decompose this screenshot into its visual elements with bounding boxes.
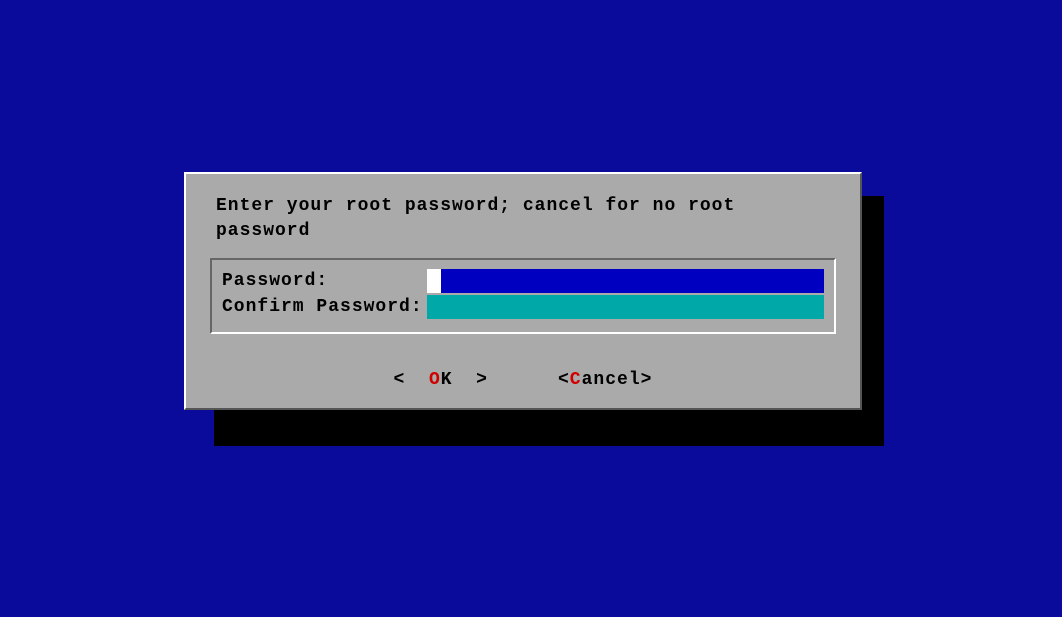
- confirm-password-label: Confirm Password:: [222, 297, 423, 317]
- cancel-hotkey: C: [570, 370, 582, 390]
- confirm-row: Confirm Password:: [222, 294, 824, 320]
- dialog-prompt: Enter your root password; cancel for no …: [216, 194, 830, 244]
- text-cursor: [427, 269, 441, 293]
- cancel-button[interactable]: <Cancel>: [558, 370, 652, 390]
- ok-button[interactable]: < OK >: [394, 370, 488, 390]
- ok-hotkey: O: [429, 370, 441, 390]
- dialog-inner: Enter your root password; cancel for no …: [188, 176, 858, 406]
- confirm-password-input[interactable]: [427, 295, 824, 319]
- password-label: Password:: [222, 271, 328, 291]
- password-dialog: Enter your root password; cancel for no …: [184, 172, 862, 410]
- password-input[interactable]: [427, 269, 824, 293]
- input-box: Password: Confirm Password:: [210, 258, 836, 334]
- password-row: Password:: [222, 268, 824, 294]
- button-row: < OK > <Cancel>: [188, 370, 858, 390]
